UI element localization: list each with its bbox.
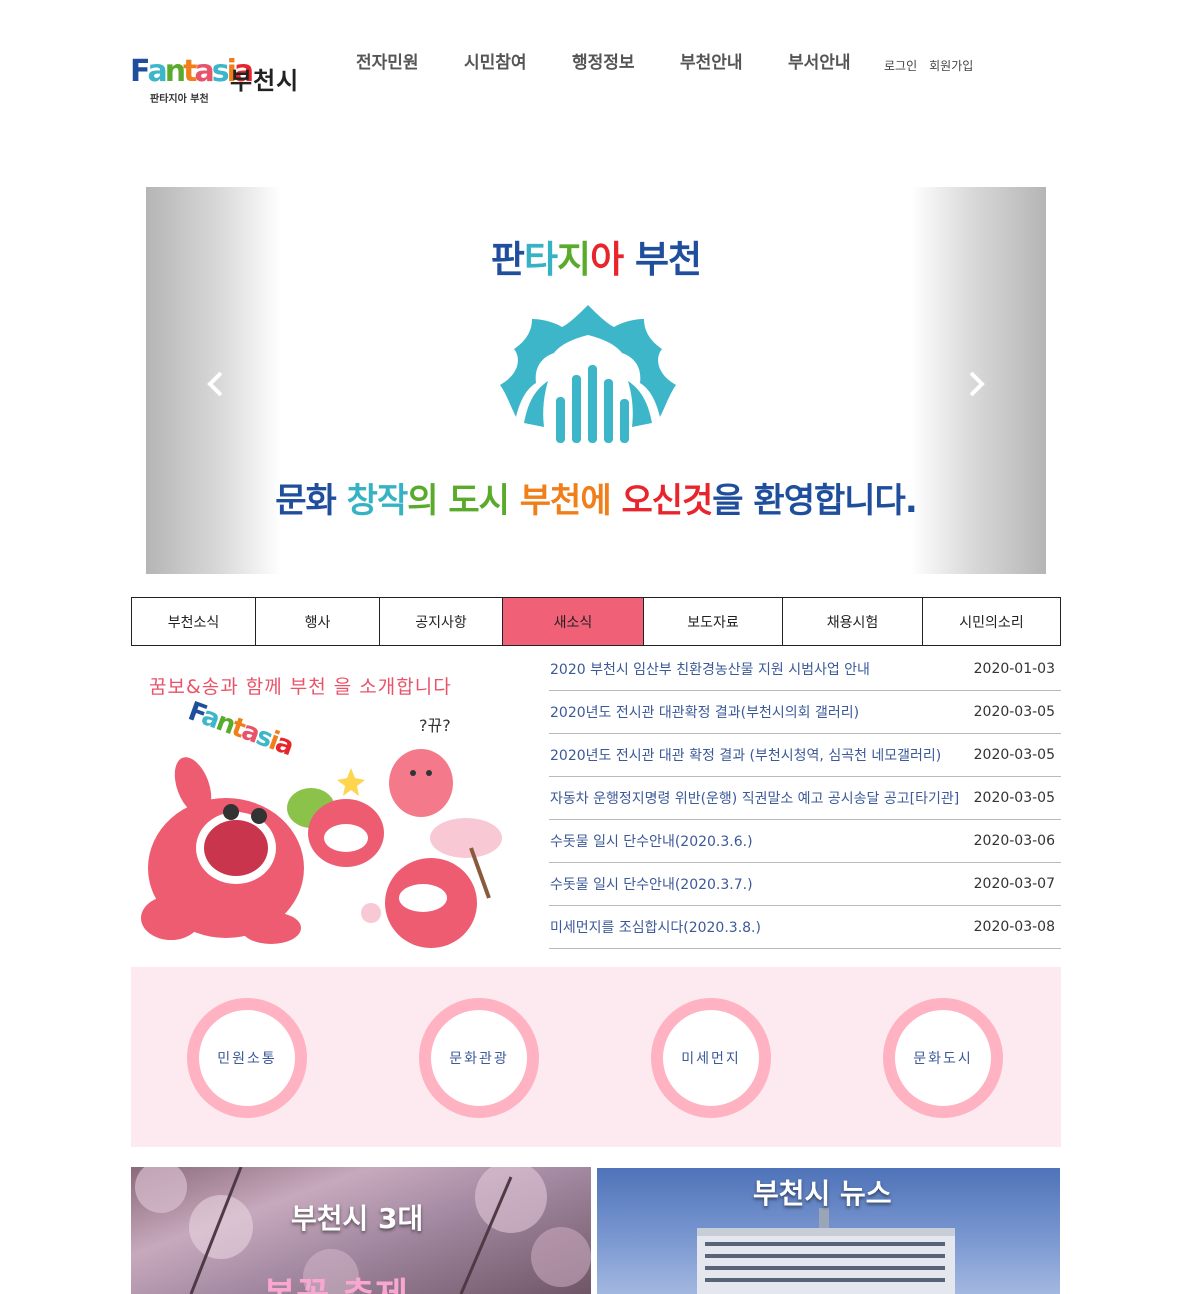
news-date: 2020-03-08	[973, 919, 1055, 935]
tab-events[interactable]: 행사	[256, 598, 380, 645]
news-title[interactable]: 수돗물 일시 단수안내(2020.3.6.)	[549, 831, 753, 851]
city-emblem-icon	[500, 305, 676, 443]
main-navigation: 전자민원 시민참여 행정정보 부천안내 부서안내	[356, 48, 896, 73]
news-row[interactable]: 2020 부천시 임산부 친환경농산물 지원 시범사업 안내 2020-01-03	[549, 648, 1061, 691]
news-date: 2020-03-05	[973, 747, 1055, 763]
tab-bucheon-news[interactable]: 부천소식	[132, 598, 256, 645]
spring-banner-subtitle: 봄꽃 축제	[263, 1267, 408, 1294]
site-logo[interactable]: Fantasia 부천시 판타지아 부천	[130, 55, 310, 107]
board-tabs: 부천소식 행사 공지사항 새소식 보도자료 채용시험 시민의소리	[131, 597, 1061, 646]
news-title[interactable]: 자동차 운행정지명령 위반(운행) 직권말소 예고 공시송달 공고[타기관]	[549, 788, 959, 808]
city-news-banner[interactable]: 부천시 뉴스	[597, 1168, 1060, 1294]
nav-department-guide[interactable]: 부서안내	[788, 48, 896, 73]
signup-link[interactable]: 회원가입	[929, 57, 973, 74]
tab-new-news[interactable]: 새소식	[503, 598, 644, 645]
logo-subtitle: 판타지아 부천	[150, 94, 209, 105]
news-title[interactable]: 수돗물 일시 단수안내(2020.3.7.)	[549, 874, 753, 894]
quick-culture-city[interactable]: 문화도시	[883, 998, 1003, 1118]
logo-city-name: 부천시	[230, 67, 300, 95]
news-row[interactable]: 수돗물 일시 단수안내(2020.3.6.) 2020-03-06	[549, 820, 1061, 863]
news-date: 2020-03-07	[973, 876, 1055, 892]
spring-banner-title: 부천시 3대	[291, 1202, 424, 1235]
news-date: 2020-03-05	[973, 704, 1055, 720]
promo-question-bubble: ?뀨?	[419, 716, 451, 735]
news-list: 2020 부천시 임산부 친환경농산물 지원 시범사업 안내 2020-01-03…	[549, 648, 1061, 949]
nav-admin-info[interactable]: 행정정보	[572, 48, 680, 73]
news-row[interactable]: 2020년도 전시관 대관 확정 결과 (부천시청역, 심곡천 네모갤러리) 20…	[549, 734, 1061, 777]
chevron-left-icon[interactable]	[201, 369, 231, 399]
news-title[interactable]: 2020 부천시 임산부 친환경농산물 지원 시범사업 안내	[549, 659, 870, 679]
promo-heading: 꿈보&송과 함께 부천 을 소개합니다	[149, 676, 452, 698]
tab-citizen-voice[interactable]: 시민의소리	[923, 598, 1060, 645]
news-date: 2020-03-05	[973, 790, 1055, 806]
city-news-title: 부천시 뉴스	[753, 1177, 892, 1210]
mascot-promo-image[interactable]: 꿈보&송과 함께 부천 을 소개합니다 Fantasia ?뀨?	[131, 658, 515, 948]
news-title[interactable]: 2020년도 전시관 대관 확정 결과 (부천시청역, 심곡천 네모갤러리)	[549, 745, 941, 765]
hero-title: 판타지아 부천	[490, 238, 702, 281]
login-link[interactable]: 로그인	[884, 57, 917, 74]
tab-notices[interactable]: 공지사항	[380, 598, 503, 645]
news-row[interactable]: 2020년도 전시관 대관확정 결과(부천시의회 갤러리) 2020-03-05	[549, 691, 1061, 734]
quick-civil-communication[interactable]: 민원소통	[187, 998, 307, 1118]
chevron-right-icon[interactable]	[961, 369, 991, 399]
news-title[interactable]: 2020년도 전시관 대관확정 결과(부천시의회 갤러리)	[549, 702, 859, 722]
news-row[interactable]: 자동차 운행정지명령 위반(운행) 직권말소 예고 공시송달 공고[타기관] 20…	[549, 777, 1061, 820]
nav-e-civil[interactable]: 전자민원	[356, 48, 464, 73]
hero-carousel: 판타지아 부천 문화 창작의 도시 부천에 오신것을 환영합니다.	[146, 187, 1046, 574]
news-date: 2020-01-03	[973, 661, 1055, 677]
news-row[interactable]: 수돗물 일시 단수안내(2020.3.7.) 2020-03-07	[549, 863, 1061, 906]
nav-participation[interactable]: 시민참여	[464, 48, 572, 73]
quick-culture-tourism[interactable]: 문화관광	[419, 998, 539, 1118]
nav-bucheon-guide[interactable]: 부천안내	[680, 48, 788, 73]
mascot-illustration	[141, 749, 502, 948]
news-title[interactable]: 미세먼지를 조심합시다(2020.3.8.)	[549, 917, 761, 937]
news-date: 2020-03-06	[973, 833, 1055, 849]
utility-links: 로그인 회원가입	[884, 57, 973, 74]
tab-recruitment[interactable]: 채용시험	[783, 598, 923, 645]
news-row[interactable]: 미세먼지를 조심합시다(2020.3.8.) 2020-03-08	[549, 906, 1061, 949]
quick-fine-dust[interactable]: 미세먼지	[651, 998, 771, 1118]
tab-press-releases[interactable]: 보도자료	[644, 598, 783, 645]
quick-menu: 민원소통 문화관광 미세먼지 문화도시	[131, 967, 1061, 1147]
hero-slogan: 문화 창작의 도시 부천에 오신것을 환영합니다.	[275, 481, 917, 521]
spring-festival-banner[interactable]: 부천시 3대 봄꽃 축제	[131, 1167, 591, 1294]
